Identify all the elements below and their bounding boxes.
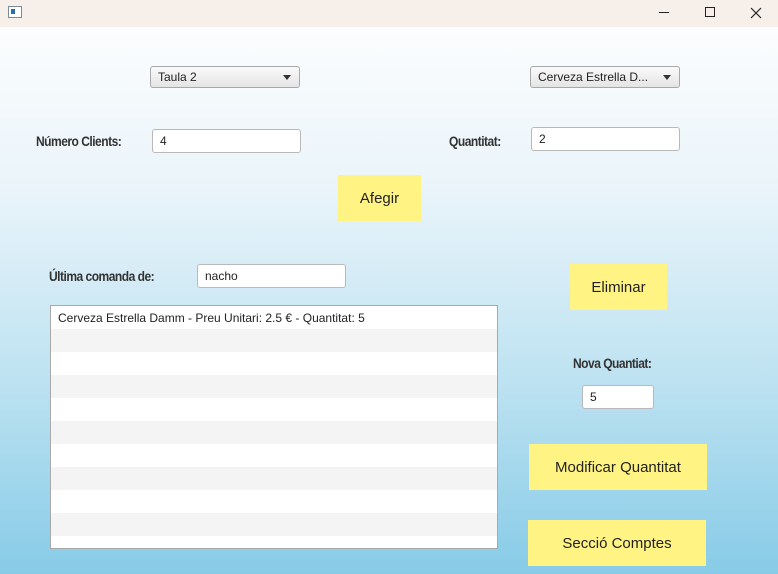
new-quantity-label: Nova Quantiat: xyxy=(573,355,652,371)
list-item[interactable] xyxy=(51,352,497,375)
list-item[interactable] xyxy=(51,444,497,467)
last-order-input[interactable] xyxy=(197,264,346,288)
dropdown-arrow-icon xyxy=(663,75,671,80)
close-button[interactable] xyxy=(733,0,778,27)
table-select-value: Taula 2 xyxy=(158,70,197,84)
product-select-value: Cerveza Estrella D... xyxy=(538,70,649,84)
app-window-icon xyxy=(8,6,22,18)
list-item[interactable] xyxy=(51,421,497,444)
quantity-input[interactable] xyxy=(531,127,680,151)
dropdown-arrow-icon xyxy=(283,75,291,80)
accounts-section-button[interactable]: Secció Comptes xyxy=(528,520,706,566)
maximize-button[interactable] xyxy=(687,0,733,27)
list-item[interactable] xyxy=(51,536,497,548)
list-item[interactable] xyxy=(51,398,497,421)
clients-label: Número Clients: xyxy=(36,133,122,149)
main-panel: Taula 2 Cerveza Estrella D... Número Cli… xyxy=(0,27,778,574)
add-button[interactable]: Afegir xyxy=(338,175,421,221)
order-list[interactable]: Cerveza Estrella Damm - Preu Unitari: 2.… xyxy=(50,305,498,549)
last-order-label: Última comanda de: xyxy=(49,268,155,284)
list-item[interactable] xyxy=(51,513,497,536)
new-quantity-input[interactable] xyxy=(582,385,654,409)
list-item[interactable] xyxy=(51,329,497,352)
delete-button[interactable]: Eliminar xyxy=(570,264,667,310)
list-item[interactable] xyxy=(51,375,497,398)
close-icon xyxy=(750,7,762,19)
product-select[interactable]: Cerveza Estrella D... xyxy=(530,66,680,88)
table-select[interactable]: Taula 2 xyxy=(150,66,300,88)
modify-quantity-button[interactable]: Modificar Quantitat xyxy=(529,444,707,490)
title-bar xyxy=(0,0,778,27)
quantity-label: Quantitat: xyxy=(449,133,501,149)
list-item[interactable] xyxy=(51,490,497,513)
list-item[interactable]: Cerveza Estrella Damm - Preu Unitari: 2.… xyxy=(51,306,497,329)
clients-input[interactable] xyxy=(152,129,301,153)
list-item[interactable] xyxy=(51,467,497,490)
minimize-button[interactable] xyxy=(641,0,687,27)
